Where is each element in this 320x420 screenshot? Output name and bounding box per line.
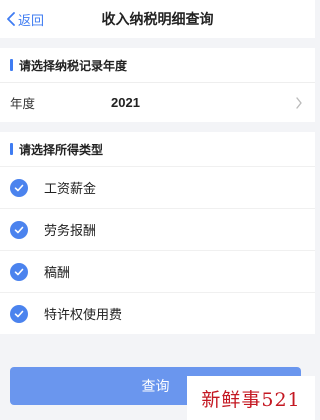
back-button[interactable]: 返回 — [6, 0, 44, 38]
option-label: 特许权使用费 — [44, 307, 123, 322]
nav-bar: 返回 收入纳税明细查询 — [0, 0, 315, 38]
income-type-option[interactable]: 工资薪金 — [0, 166, 315, 208]
income-type-option[interactable]: 劳务报酬 — [0, 208, 315, 250]
year-section-heading: 请选择纳税记录年度 — [0, 48, 315, 82]
check-circle-icon[interactable] — [10, 220, 28, 239]
year-select-row[interactable]: 年度 2021 — [0, 82, 315, 122]
option-label: 劳务报酬 — [44, 223, 97, 238]
year-value: 2021 — [111, 95, 140, 110]
year-section-title: 请选择纳税记录年度 — [19, 58, 128, 73]
income-type-option[interactable]: 特许权使用费 — [0, 292, 315, 334]
check-circle-icon[interactable] — [10, 304, 28, 323]
option-label: 稿酬 — [44, 265, 71, 280]
page-title: 收入纳税明细查询 — [101, 11, 214, 27]
type-section-title: 请选择所得类型 — [19, 142, 104, 157]
section-marker — [10, 143, 13, 155]
section-marker — [10, 59, 13, 71]
check-circle-icon[interactable] — [10, 178, 28, 197]
chevron-right-icon — [296, 96, 302, 109]
watermark: 新鲜事521 — [187, 376, 315, 420]
income-type-list: 工资薪金 劳务报酬 稿酬 特许权使用费 — [0, 166, 315, 334]
type-section-heading: 请选择所得类型 — [0, 132, 315, 166]
income-type-option[interactable]: 稿酬 — [0, 250, 315, 292]
chevron-left-icon — [7, 12, 15, 26]
year-label: 年度 — [10, 97, 36, 111]
option-label: 工资薪金 — [44, 181, 97, 196]
back-label: 返回 — [18, 12, 45, 28]
check-circle-icon[interactable] — [10, 262, 28, 281]
